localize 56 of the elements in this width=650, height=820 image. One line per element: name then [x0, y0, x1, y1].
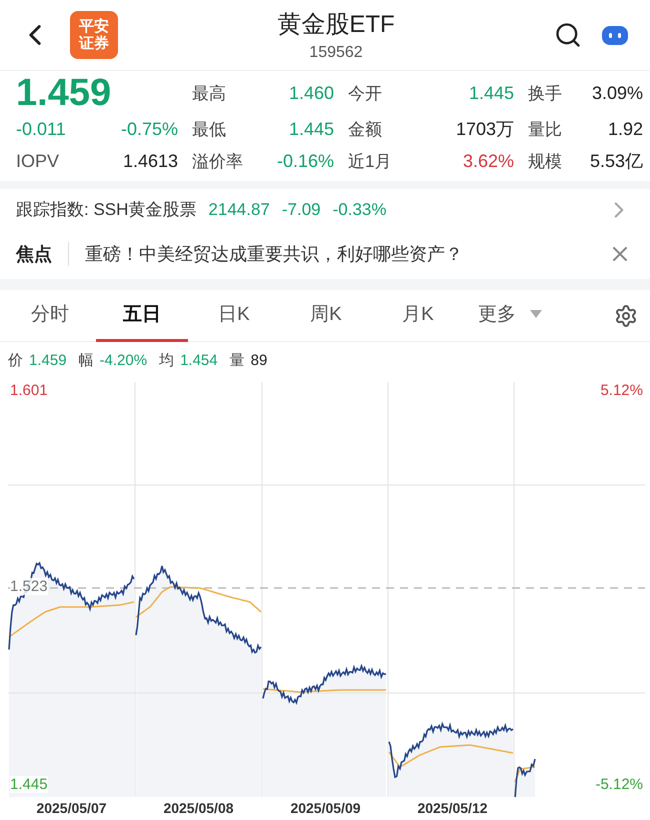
stat-label: 量比 [527, 118, 563, 141]
axis-label: 1.445 [10, 776, 48, 793]
stat-label: 规模 [527, 150, 563, 173]
info-label: 价 [8, 350, 23, 370]
price-change-percent: -0.75% [120, 118, 178, 140]
stat-value: 1.460 [288, 82, 334, 104]
focus-tag: 焦点 [16, 242, 69, 266]
info-label: 均 [159, 350, 174, 370]
chart-tab[interactable]: 月K [372, 290, 464, 342]
price-change: -0.011 [16, 118, 67, 140]
index-value: -0.33% [332, 200, 386, 220]
index-value: 2144.87 [208, 200, 270, 220]
settings-icon[interactable] [614, 304, 638, 328]
tracking-index-label: 跟踪指数: SSH黄金股票 [16, 199, 196, 222]
info-value: 1.459 [29, 352, 67, 369]
page-title: 黄金股ETF [277, 10, 395, 40]
news-headline[interactable]: 重磅！中美经贸达成重要共识，利好哪些资产？ [81, 242, 463, 266]
stat-label: 金额 [347, 118, 383, 141]
stat-value: 1.92 [607, 118, 644, 140]
iopv-label: IOPV [16, 150, 60, 172]
iopv-value: 1.4613 [122, 150, 178, 172]
stat-value: -0.16% [276, 150, 334, 172]
more-tab[interactable]: 更多 [464, 290, 556, 342]
axis-label: 1.523 [10, 578, 48, 595]
caret-icon [530, 310, 542, 318]
chart-tab[interactable]: 分时 [4, 290, 96, 342]
search-button[interactable] [554, 21, 582, 50]
stat-value: 1.445 [468, 82, 514, 104]
stat-value: 3.62% [462, 150, 514, 172]
stat-label: 今开 [347, 82, 383, 105]
logo: 平安 证券 [70, 11, 118, 60]
info-label: 量 [230, 350, 245, 370]
stat-value: 5.53亿 [590, 150, 644, 174]
stat-label: 最高 [191, 82, 227, 105]
date-label: 2025/05/09 [289, 800, 362, 816]
info-value: -4.20% [100, 352, 148, 369]
chart-tab[interactable]: 日K [188, 290, 280, 342]
info-label: 幅 [78, 350, 94, 370]
stat-value: 1.445 [288, 118, 334, 140]
date-label: 2025/05/07 [35, 800, 108, 816]
chart-tab[interactable]: 五日 [96, 290, 188, 342]
chart-tab[interactable]: 周K [280, 290, 372, 342]
fund-code: 159562 [309, 44, 363, 62]
stat-value: 1703万 [454, 118, 514, 142]
index-value: -7.09 [282, 200, 321, 220]
info-value: 1.454 [180, 352, 218, 369]
stat-label: 最低 [191, 118, 227, 141]
date-label: 2025/05/12 [416, 800, 489, 816]
stat-label: 近1月 [347, 150, 392, 173]
last-price: 1.459 [16, 72, 112, 115]
info-value: 89 [250, 352, 268, 369]
date-label: 2025/05/08 [162, 800, 235, 816]
stat-label: 溢价率 [191, 150, 244, 173]
stat-label: 换手 [527, 82, 563, 105]
search-icon [554, 21, 582, 50]
stat-value: 3.09% [591, 82, 644, 104]
